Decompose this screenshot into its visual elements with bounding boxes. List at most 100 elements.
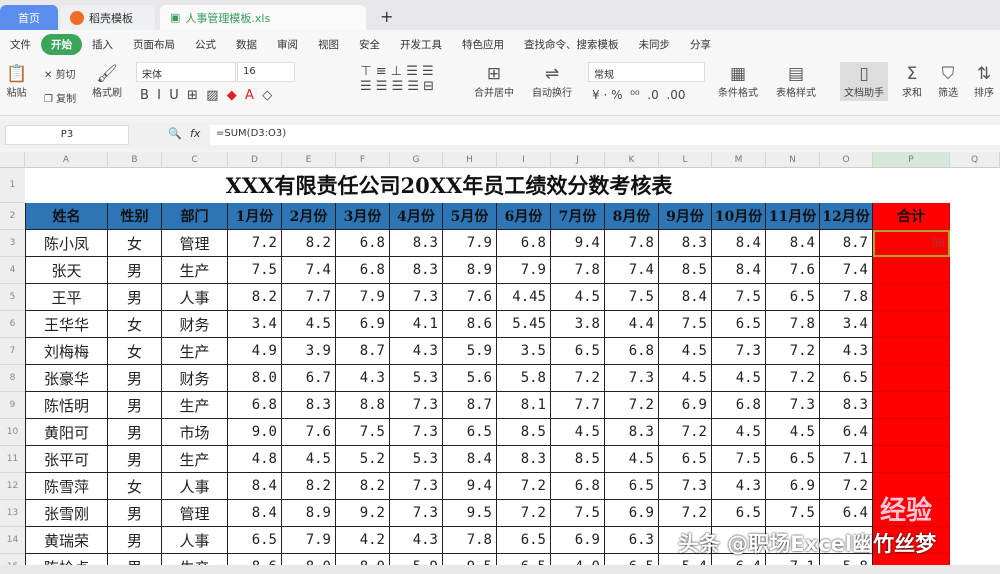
table-cell[interactable]: 5.45 bbox=[497, 311, 551, 338]
table-cell[interactable]: 男 bbox=[108, 419, 162, 446]
table-cell[interactable]: 张天 bbox=[25, 257, 108, 284]
table-cell[interactable]: 陈小凤 bbox=[25, 230, 108, 257]
sort-button[interactable]: ⇅ 排序 bbox=[974, 64, 994, 99]
row-header[interactable]: 7 bbox=[0, 338, 25, 365]
table-cell[interactable]: 7.3 bbox=[390, 500, 443, 527]
table-cell[interactable]: 8.2 bbox=[228, 284, 282, 311]
table-cell[interactable]: 4.2 bbox=[336, 527, 390, 554]
table-cell[interactable]: 3.4 bbox=[820, 311, 873, 338]
table-cell[interactable]: 8.3 bbox=[820, 392, 873, 419]
header-cell[interactable]: 部门 bbox=[162, 203, 228, 230]
table-cell[interactable]: 8.9 bbox=[443, 257, 497, 284]
table-cell[interactable]: 7.2 bbox=[497, 500, 551, 527]
table-style-button[interactable]: ▤ 表格样式 bbox=[776, 64, 816, 99]
table-cell[interactable]: 4.8 bbox=[228, 446, 282, 473]
table-cell[interactable]: 7.9 bbox=[497, 257, 551, 284]
table-cell[interactable]: 8.3 bbox=[390, 257, 443, 284]
header-cell[interactable]: 6月份 bbox=[497, 203, 551, 230]
table-cell[interactable]: 7.2 bbox=[497, 473, 551, 500]
header-cell[interactable]: 12月份 bbox=[820, 203, 873, 230]
table-cell[interactable]: 5.3 bbox=[390, 365, 443, 392]
table-cell[interactable]: 7.5 bbox=[712, 446, 766, 473]
table-cell[interactable]: 6.5 bbox=[766, 446, 820, 473]
menu-item[interactable]: 数据 bbox=[226, 37, 267, 52]
column-header[interactable]: C bbox=[162, 152, 228, 168]
table-cell[interactable]: 生产 bbox=[162, 257, 228, 284]
table-cell[interactable]: 6.4 bbox=[820, 500, 873, 527]
table-cell[interactable]: 7.7 bbox=[551, 392, 605, 419]
table-cell[interactable]: 7.4 bbox=[282, 257, 336, 284]
table-cell[interactable]: 男 bbox=[108, 554, 162, 565]
table-cell[interactable]: 7.8 bbox=[605, 230, 659, 257]
table-cell[interactable]: 王华华 bbox=[25, 311, 108, 338]
table-cell[interactable]: 生产 bbox=[162, 338, 228, 365]
header-cell[interactable]: 3月份 bbox=[336, 203, 390, 230]
table-cell[interactable]: 5.9 bbox=[443, 338, 497, 365]
table-cell[interactable]: 6.8 bbox=[551, 473, 605, 500]
corner[interactable] bbox=[0, 152, 25, 168]
table-cell[interactable]: 4.5 bbox=[659, 338, 712, 365]
table-cell[interactable]: 8.8 bbox=[336, 392, 390, 419]
row-header[interactable]: 9 bbox=[0, 392, 25, 419]
table-cell[interactable]: 5.2 bbox=[336, 446, 390, 473]
table-cell[interactable]: 7.3 bbox=[390, 392, 443, 419]
table-cell[interactable]: 8.2 bbox=[282, 473, 336, 500]
menu-item[interactable]: 未同步 bbox=[629, 37, 681, 52]
filter-button[interactable]: ⛉ 筛选 bbox=[938, 64, 958, 99]
table-cell[interactable]: 4.5 bbox=[282, 311, 336, 338]
table-cell[interactable]: 4.3 bbox=[712, 473, 766, 500]
header-cell[interactable]: 姓名 bbox=[25, 203, 108, 230]
table-cell[interactable]: 8.4 bbox=[766, 230, 820, 257]
table-cell[interactable]: 4.5 bbox=[712, 365, 766, 392]
menu-item[interactable]: 公式 bbox=[185, 37, 226, 52]
row-header[interactable]: 10 bbox=[0, 419, 25, 446]
table-cell[interactable]: 8.4 bbox=[712, 257, 766, 284]
table-cell[interactable]: 7.3 bbox=[390, 419, 443, 446]
table-cell[interactable]: 7.9 bbox=[336, 284, 390, 311]
table-cell[interactable]: 7.2 bbox=[766, 365, 820, 392]
font-select[interactable]: 宋体 bbox=[136, 62, 236, 82]
table-cell[interactable]: 3.4 bbox=[228, 311, 282, 338]
table-cell[interactable]: 8.5 bbox=[659, 257, 712, 284]
total-cell[interactable] bbox=[873, 392, 950, 419]
menu-item[interactable]: 文件 bbox=[0, 37, 41, 52]
table-cell[interactable]: 8.4 bbox=[443, 446, 497, 473]
table-cell[interactable]: 8.0 bbox=[228, 365, 282, 392]
table-cell[interactable]: 刘梅梅 bbox=[25, 338, 108, 365]
menu-item[interactable]: 开发工具 bbox=[390, 37, 452, 52]
column-header[interactable]: G bbox=[390, 152, 443, 168]
table-cell[interactable]: 8.6 bbox=[443, 311, 497, 338]
row-header[interactable]: 15 bbox=[0, 554, 25, 565]
table-cell[interactable]: 黄阳可 bbox=[25, 419, 108, 446]
table-cell[interactable]: 陈拾贞 bbox=[25, 554, 108, 565]
font-size-select[interactable]: 16 bbox=[237, 62, 295, 82]
table-cell[interactable]: 6.9 bbox=[551, 527, 605, 554]
total-cell[interactable] bbox=[873, 311, 950, 338]
menu-item[interactable]: 插入 bbox=[82, 37, 123, 52]
table-cell[interactable]: 8.3 bbox=[605, 419, 659, 446]
table-cell[interactable]: 8.3 bbox=[659, 230, 712, 257]
table-cell[interactable]: 8.3 bbox=[390, 230, 443, 257]
doc-helper-button[interactable]: ▯ 文档助手 bbox=[840, 62, 888, 101]
align-buttons[interactable]: ⊤ ≡ ⊥ ☰ ☰ ☰ ☰ ☰ ☰ ⊟ bbox=[360, 64, 434, 94]
table-cell[interactable]: 3.9 bbox=[282, 338, 336, 365]
table-cell[interactable]: 7.7 bbox=[282, 284, 336, 311]
table-cell[interactable]: 7.5 bbox=[712, 284, 766, 311]
table-cell[interactable]: 6.5 bbox=[712, 311, 766, 338]
merge-button[interactable]: ⊞ 合并居中 bbox=[474, 64, 514, 99]
menu-item[interactable]: 开始 bbox=[41, 33, 82, 55]
total-cell[interactable] bbox=[873, 446, 950, 473]
table-cell[interactable]: 6.9 bbox=[766, 473, 820, 500]
header-cell[interactable]: 5月份 bbox=[443, 203, 497, 230]
table-cell[interactable]: 6.5 bbox=[551, 338, 605, 365]
table-cell[interactable]: 6.8 bbox=[336, 230, 390, 257]
table-cell[interactable]: 4.45 bbox=[497, 284, 551, 311]
tab-docer[interactable]: 稻壳模板 bbox=[60, 5, 155, 30]
table-cell[interactable]: 6.8 bbox=[228, 392, 282, 419]
table-cell[interactable]: 张豪华 bbox=[25, 365, 108, 392]
table-cell[interactable]: 8.6 bbox=[228, 554, 282, 565]
table-cell[interactable]: 女 bbox=[108, 473, 162, 500]
column-header[interactable]: B bbox=[108, 152, 162, 168]
table-cell[interactable]: 6.8 bbox=[336, 257, 390, 284]
table-cell[interactable]: 7.2 bbox=[659, 500, 712, 527]
